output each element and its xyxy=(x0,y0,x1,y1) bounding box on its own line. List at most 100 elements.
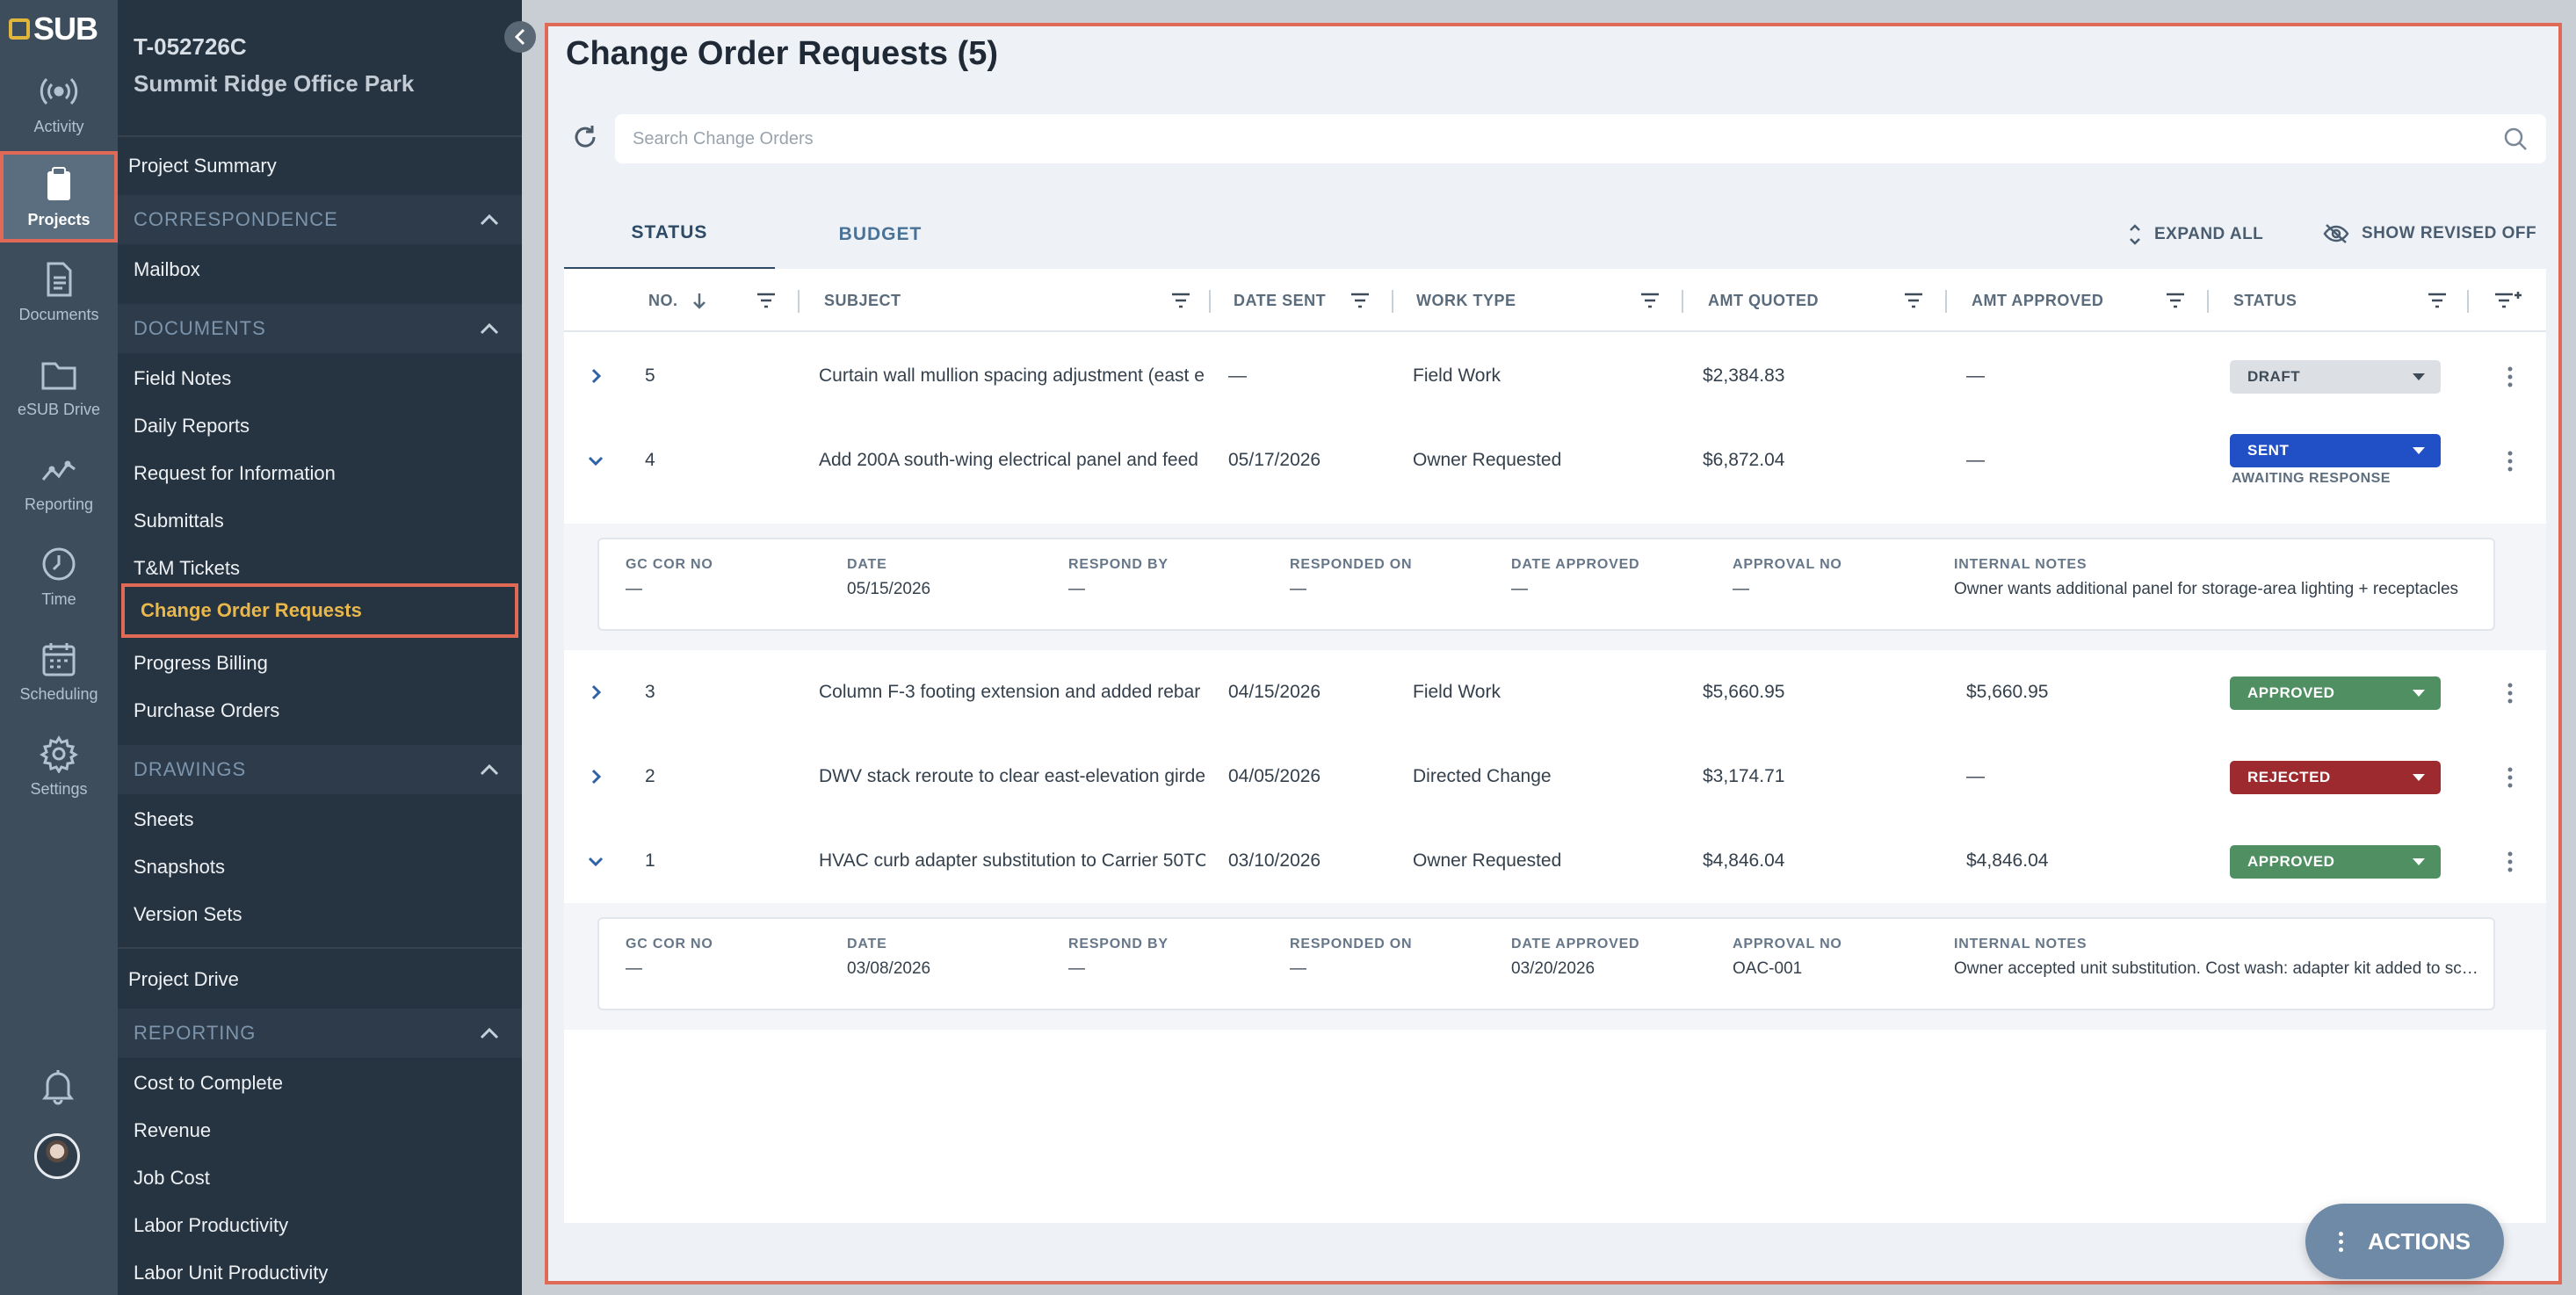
cell-subject[interactable]: Add 200A south-wing electrical panel and… xyxy=(819,418,1205,503)
column-header-no[interactable]: NO. xyxy=(648,269,706,332)
filter-icon[interactable] xyxy=(2427,290,2448,311)
sidebar-item-project-drive[interactable]: Project Drive xyxy=(128,968,239,991)
status-dropdown[interactable]: REJECTED xyxy=(2230,761,2441,794)
more-options-icon[interactable] xyxy=(2497,448,2523,474)
table-row[interactable]: 4 Add 200A south-wing electrical panel a… xyxy=(564,418,2546,510)
column-settings-icon[interactable] xyxy=(2493,290,2523,311)
column-separator xyxy=(2467,290,2469,313)
column-header-work-type[interactable]: WORK TYPE xyxy=(1416,269,1516,332)
rail-projects[interactable]: Projects xyxy=(0,151,118,242)
chevron-up-icon xyxy=(480,213,499,226)
show-revised-toggle[interactable]: SHOW REVISED OFF xyxy=(2323,223,2536,244)
more-options-icon[interactable] xyxy=(2497,364,2523,390)
more-options-icon[interactable] xyxy=(2497,764,2523,791)
sidebar-item-purchase-orders[interactable]: Purchase Orders xyxy=(134,699,279,722)
cell-amt-quoted: $2,384.83 xyxy=(1703,365,1785,386)
tab-status[interactable]: STATUS xyxy=(564,199,775,271)
cell-subject[interactable]: DWV stack reroute to clear east-elevatio… xyxy=(819,734,1205,819)
sidebar-item-project-summary[interactable]: Project Summary xyxy=(128,155,277,177)
search-input[interactable] xyxy=(633,128,2502,149)
filter-icon[interactable] xyxy=(1639,290,1661,311)
sidebar-item-revenue[interactable]: Revenue xyxy=(134,1119,211,1142)
filter-icon[interactable] xyxy=(1350,290,1371,311)
column-header-amt-quoted[interactable]: AMT QUOTED xyxy=(1708,269,1819,332)
filter-icon[interactable] xyxy=(756,290,777,311)
chevron-down-icon[interactable] xyxy=(585,850,606,872)
sidebar-item-labor-unit-productivity[interactable]: Labor Unit Productivity xyxy=(134,1262,328,1284)
chevron-down-icon[interactable] xyxy=(585,450,606,471)
section-documents[interactable]: DOCUMENTS xyxy=(118,304,522,353)
project-name: Summit Ridge Office Park xyxy=(134,70,415,97)
sidebar-item-cost-to-complete[interactable]: Cost to Complete xyxy=(134,1072,283,1095)
sidebar-item-tm-tickets[interactable]: T&M Tickets xyxy=(134,557,240,580)
sidebar-item-daily-reports[interactable]: Daily Reports xyxy=(134,415,250,438)
cell-work-type: Owner Requested xyxy=(1413,850,1562,871)
column-header-subject[interactable]: SUBJECT xyxy=(824,269,901,332)
sidebar-item-labor-productivity[interactable]: Labor Productivity xyxy=(134,1214,288,1237)
search-bar[interactable] xyxy=(615,114,2546,163)
status-dropdown[interactable]: DRAFT xyxy=(2230,360,2441,394)
sidebar-item-progress-billing[interactable]: Progress Billing xyxy=(134,652,268,675)
esub-logo[interactable]: SUB xyxy=(9,11,109,47)
caret-down-icon xyxy=(2413,858,2425,865)
rail-settings[interactable]: Settings xyxy=(0,720,118,812)
avatar[interactable] xyxy=(34,1133,80,1179)
section-drawings[interactable]: DRAWINGS xyxy=(118,745,522,794)
tab-budget[interactable]: BUDGET xyxy=(775,199,986,271)
detail-value: 05/15/2026 xyxy=(847,580,931,598)
refresh-icon[interactable] xyxy=(571,123,599,151)
rail-reporting[interactable]: Reporting xyxy=(0,436,118,527)
sidebar-item-submittals[interactable]: Submittals xyxy=(134,510,224,532)
sidebar-item-field-notes[interactable]: Field Notes xyxy=(134,367,231,390)
sidebar-item-sheets[interactable]: Sheets xyxy=(134,808,194,831)
column-header-amt-approved[interactable]: AMT APPROVED xyxy=(1972,269,2103,332)
rail-esub-drive[interactable]: eSUB Drive xyxy=(0,341,118,432)
more-options-icon[interactable] xyxy=(2497,849,2523,875)
filter-icon[interactable] xyxy=(2165,290,2186,311)
filter-icon[interactable] xyxy=(1903,290,1924,311)
cell-date-sent: 04/15/2026 xyxy=(1228,682,1321,702)
chevron-right-icon[interactable] xyxy=(585,365,606,387)
rail-activity[interactable]: Activity xyxy=(0,58,118,149)
sidebar-item-rfi[interactable]: Request for Information xyxy=(134,462,336,485)
section-title: CORRESPONDENCE xyxy=(134,208,338,230)
rail-time[interactable]: Time xyxy=(0,531,118,622)
chevron-right-icon[interactable] xyxy=(585,766,606,787)
sidebar-item-change-order-requests[interactable]: Change Order Requests xyxy=(121,583,518,638)
detail-card: GC COR NO — DATE 03/08/2026 RESPOND BY —… xyxy=(597,917,2495,1010)
collapse-sidebar-button[interactable] xyxy=(504,21,536,53)
status-dropdown[interactable]: SENT xyxy=(2230,434,2441,467)
sidebar-item-mailbox[interactable]: Mailbox xyxy=(134,258,200,281)
sidebar-item-snapshots[interactable]: Snapshots xyxy=(134,856,225,879)
status-label: APPROVED xyxy=(2247,684,2335,701)
table-row[interactable]: 2 DWV stack reroute to clear east-elevat… xyxy=(564,734,2546,819)
more-vertical-icon xyxy=(2339,1231,2343,1252)
column-header-date-sent[interactable]: DATE SENT xyxy=(1234,269,1326,332)
expand-all-button[interactable]: EXPAND ALL xyxy=(2128,223,2263,246)
search-icon[interactable] xyxy=(2502,126,2529,152)
section-title: DRAWINGS xyxy=(134,758,247,780)
more-options-icon[interactable] xyxy=(2497,680,2523,706)
table-row[interactable]: 1 HVAC curb adapter substitution to Carr… xyxy=(564,819,2546,903)
section-reporting[interactable]: REPORTING xyxy=(118,1009,522,1058)
bell-icon[interactable] xyxy=(39,1067,77,1105)
cell-subject[interactable]: Column F-3 footing extension and added r… xyxy=(819,650,1205,734)
detail-label: RESPONDED ON xyxy=(1290,937,1413,951)
detail-label: INTERNAL NOTES xyxy=(1954,937,2088,951)
filter-icon[interactable] xyxy=(1170,290,1191,311)
section-correspondence[interactable]: CORRESPONDENCE xyxy=(118,195,522,244)
sidebar-item-version-sets[interactable]: Version Sets xyxy=(134,903,242,926)
column-header-status[interactable]: STATUS xyxy=(2233,269,2297,332)
sidebar-item-job-cost[interactable]: Job Cost xyxy=(134,1167,210,1190)
status-dropdown[interactable]: APPROVED xyxy=(2230,845,2441,879)
chevron-right-icon[interactable] xyxy=(585,682,606,703)
cell-subject[interactable]: HVAC curb adapter substitution to Carrie… xyxy=(819,819,1205,903)
cell-work-type: Field Work xyxy=(1413,682,1501,702)
status-dropdown[interactable]: APPROVED xyxy=(2230,676,2441,710)
table-row[interactable]: 3 Column F-3 footing extension and added… xyxy=(564,650,2546,734)
rail-documents[interactable]: Documents xyxy=(0,246,118,337)
rail-scheduling[interactable]: Scheduling xyxy=(0,626,118,717)
cell-subject[interactable]: Curtain wall mullion spacing adjustment … xyxy=(819,334,1205,418)
actions-button[interactable]: ACTIONS xyxy=(2305,1204,2504,1279)
table-row[interactable]: 5 Curtain wall mullion spacing adjustmen… xyxy=(564,334,2546,418)
